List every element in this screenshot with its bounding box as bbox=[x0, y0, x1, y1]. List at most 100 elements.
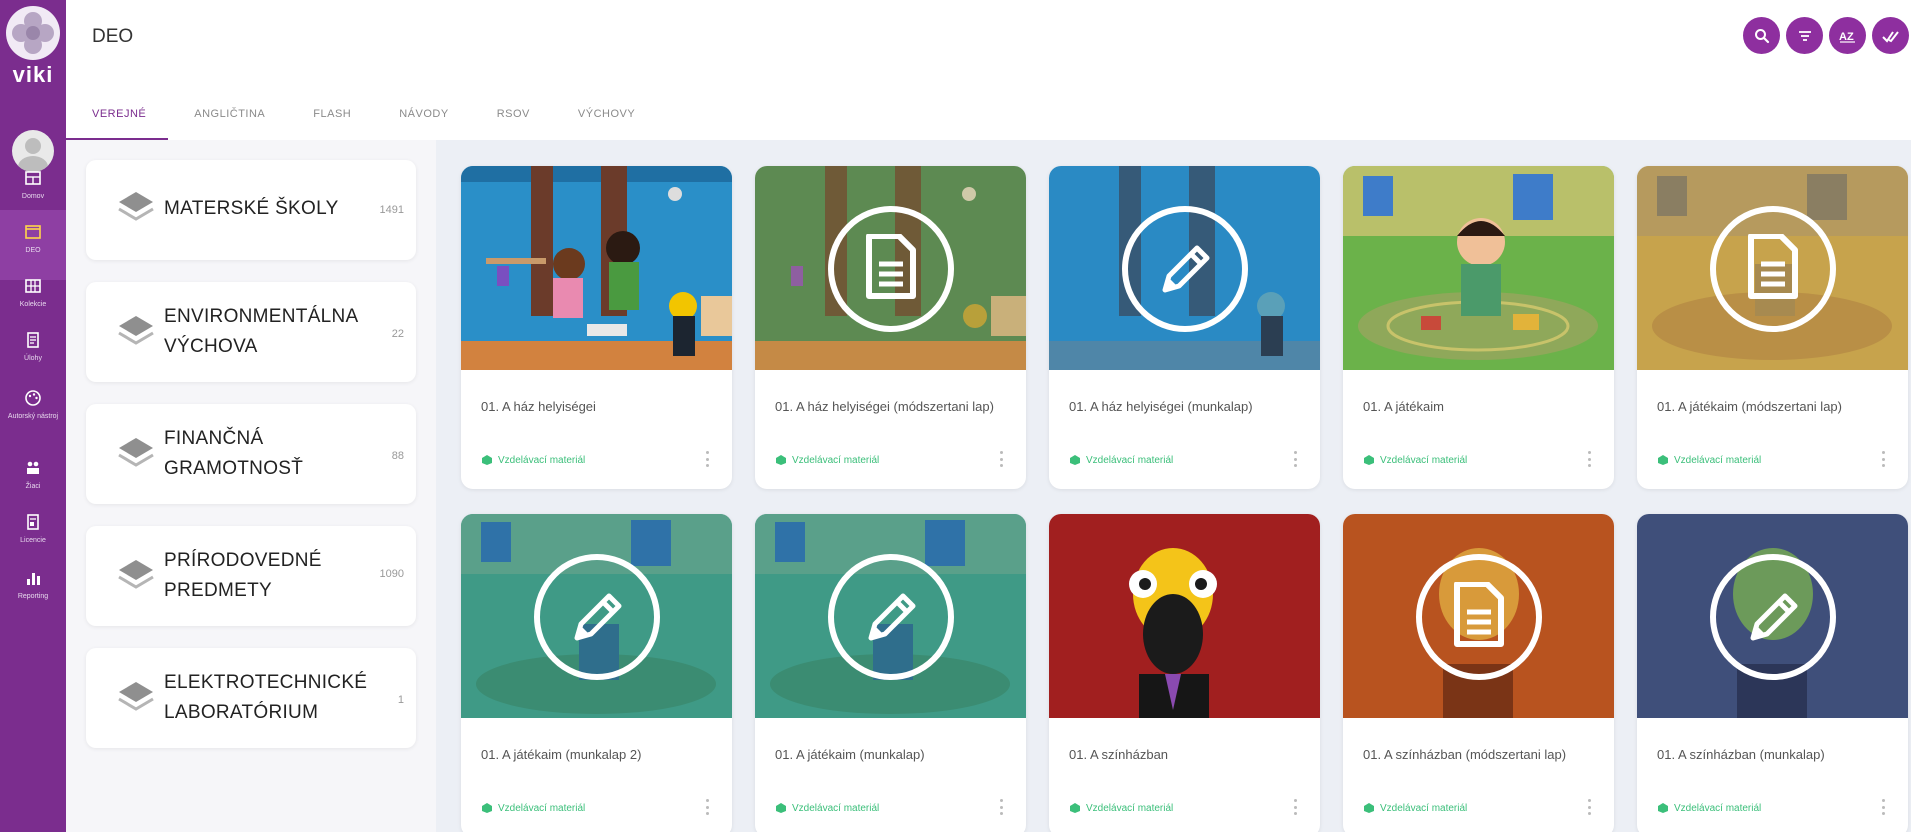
students-icon bbox=[27, 461, 39, 474]
category-label-line2: VÝCHOVA bbox=[164, 336, 258, 357]
material-card[interactable]: 01. A színházban (munkalap) Vzdelávací m… bbox=[1637, 514, 1908, 832]
card-title: 01. A ház helyiségei bbox=[481, 399, 596, 414]
material-icon bbox=[482, 455, 492, 465]
rail-item-label: Licencie bbox=[20, 537, 46, 544]
tab-verejne[interactable]: VEREJNÉ bbox=[66, 96, 169, 140]
category-count: 1090 bbox=[379, 568, 404, 580]
layers-icon bbox=[118, 316, 154, 345]
search-icon bbox=[1754, 28, 1769, 43]
rail-item-label: Autorský nástroj bbox=[7, 413, 59, 420]
material-card[interactable]: 01. A játékaim (munkalap 2) Vzdelávací m… bbox=[461, 514, 732, 832]
filter-icon bbox=[1798, 30, 1811, 41]
card-tag-label: Vzdelávací materiál bbox=[1380, 802, 1468, 814]
card-tag-label: Vzdelávací materiál bbox=[1674, 802, 1762, 814]
tab-rsov[interactable]: RSOV bbox=[471, 96, 552, 140]
rail-item-label: Reporting bbox=[17, 593, 49, 600]
material-card[interactable]: 01. A játékaim (munkalap) Vzdelávací mat… bbox=[755, 514, 1026, 832]
card-tag: Vzdelávací materiál bbox=[481, 454, 585, 466]
more-icon[interactable] bbox=[702, 449, 712, 469]
material-card[interactable]: 01. A ház helyiségei (munkalap) Vzdeláva… bbox=[1049, 166, 1320, 489]
category-label: PRÍRODOVEDNÉ bbox=[164, 550, 322, 571]
card-thumbnail bbox=[461, 166, 732, 370]
card-tag-label: Vzdelávací materiál bbox=[498, 454, 586, 466]
more-icon[interactable] bbox=[702, 797, 712, 817]
category-label-line2: PREDMETY bbox=[164, 580, 272, 601]
more-icon[interactable] bbox=[996, 797, 1006, 817]
material-card[interactable]: 01. A játékaim (módszertani lap) Vzdeláv… bbox=[1637, 166, 1908, 489]
bar-chart-icon bbox=[27, 573, 40, 585]
more-icon[interactable] bbox=[996, 449, 1006, 469]
more-icon[interactable] bbox=[1878, 449, 1888, 469]
more-icon[interactable] bbox=[1584, 449, 1594, 469]
category-count: 1491 bbox=[379, 204, 404, 216]
tab-vychovy[interactable]: VÝCHOVY bbox=[552, 96, 657, 140]
material-card[interactable]: 01. A ház helyiségei Vzdelávací materiál bbox=[461, 166, 732, 489]
category-card-prirodovedne-predmety[interactable]: PRÍRODOVEDNÉ PREDMETY 1090 bbox=[86, 526, 416, 626]
more-icon[interactable] bbox=[1290, 449, 1300, 469]
card-tag-label: Vzdelávací materiál bbox=[498, 802, 586, 814]
rail-item-reporting[interactable]: Reporting bbox=[0, 556, 66, 626]
rail-item-label: DEO bbox=[25, 247, 41, 254]
material-icon bbox=[776, 803, 786, 813]
category-card-elektrotechnicke-laboratorium[interactable]: ELEKTROTECHNICKÉ LABORATÓRIUM 1 bbox=[86, 648, 416, 748]
material-card[interactable]: 01. A játékaim Vzdelávací materiál bbox=[1343, 166, 1614, 489]
brand-name: viki bbox=[12, 62, 54, 87]
material-icon bbox=[1658, 455, 1668, 465]
material-card[interactable]: 01. A színházban (módszertani lap) Vzdel… bbox=[1343, 514, 1614, 832]
layers-icon bbox=[118, 682, 154, 711]
material-card[interactable]: 01. A ház helyiségei (módszertani lap) V… bbox=[755, 166, 1026, 489]
card-title: 01. A színházban (munkalap) bbox=[1657, 747, 1825, 762]
rail-item-autorsky-nastroj[interactable]: Autorský nástroj bbox=[0, 376, 66, 446]
page-title: DEO bbox=[92, 26, 134, 47]
card-thumbnail bbox=[1343, 166, 1614, 370]
layers-icon bbox=[118, 438, 154, 467]
material-card[interactable]: 01. A színházban Vzdelávací materiál bbox=[1049, 514, 1320, 832]
card-tag-label: Vzdelávací materiál bbox=[792, 454, 880, 466]
dashboard-icon bbox=[25, 171, 41, 185]
pencil-icon bbox=[1162, 245, 1210, 293]
search-button[interactable] bbox=[1743, 17, 1780, 54]
category-label-line2: GRAMOTNOSŤ bbox=[164, 458, 304, 479]
sort-az-icon: AZ bbox=[1839, 31, 1855, 43]
logo-icon[interactable] bbox=[6, 6, 60, 60]
material-icon bbox=[1070, 803, 1080, 813]
card-tag: Vzdelávací materiál bbox=[1363, 454, 1467, 466]
license-icon bbox=[27, 514, 39, 530]
window-icon bbox=[25, 225, 41, 239]
card-tag: Vzdelávací materiál bbox=[1069, 454, 1173, 466]
material-icon bbox=[1658, 803, 1668, 813]
category-count: 1 bbox=[397, 694, 404, 706]
left-nav-rail: viki Domov DEO Kolekcie Úlohy Autorský n… bbox=[0, 0, 66, 832]
pencil-icon bbox=[1750, 593, 1798, 641]
category-count: 22 bbox=[391, 328, 404, 340]
material-icon bbox=[1070, 455, 1080, 465]
category-card-financna-gramotnost[interactable]: FINANČNÁ GRAMOTNOSŤ 88 bbox=[86, 404, 416, 504]
check-all-button[interactable] bbox=[1872, 17, 1909, 54]
filter-button[interactable] bbox=[1786, 17, 1823, 54]
material-icon bbox=[1364, 803, 1374, 813]
card-tag-label: Vzdelávací materiál bbox=[792, 802, 880, 814]
card-tag-label: Vzdelávací materiál bbox=[1674, 454, 1762, 466]
more-icon[interactable] bbox=[1584, 797, 1594, 817]
category-label: FINANČNÁ bbox=[164, 428, 264, 449]
card-tag: Vzdelávací materiál bbox=[1657, 454, 1761, 466]
more-icon[interactable] bbox=[1878, 797, 1888, 817]
tab-anglictina[interactable]: ANGLIČTINA bbox=[168, 96, 287, 140]
tab-flash[interactable]: FLASH bbox=[287, 96, 373, 140]
rail-item-label: Žiaci bbox=[25, 483, 41, 490]
clipboard-icon bbox=[27, 332, 39, 348]
layers-icon bbox=[118, 560, 154, 589]
card-thumbnail bbox=[1049, 514, 1320, 718]
category-card-environmentalna-vychova[interactable]: ENVIRONMENTÁLNA VÝCHOVA 22 bbox=[86, 282, 416, 382]
pencil-icon bbox=[574, 593, 622, 641]
category-card-materske-skoly[interactable]: MATERSKÉ ŠKOLY 1491 bbox=[86, 160, 416, 260]
rail-item-label: Úlohy bbox=[24, 355, 42, 362]
card-tag: Vzdelávací materiál bbox=[775, 802, 879, 814]
more-icon[interactable] bbox=[1290, 797, 1300, 817]
grid-icon bbox=[25, 279, 41, 293]
sort-az-button[interactable]: AZ bbox=[1829, 17, 1866, 54]
card-title: 01. A játékaim (munkalap) bbox=[775, 747, 925, 762]
category-count: 88 bbox=[391, 450, 404, 462]
tab-navody[interactable]: NÁVODY bbox=[373, 96, 470, 140]
card-tag: Vzdelávací materiál bbox=[775, 454, 879, 466]
